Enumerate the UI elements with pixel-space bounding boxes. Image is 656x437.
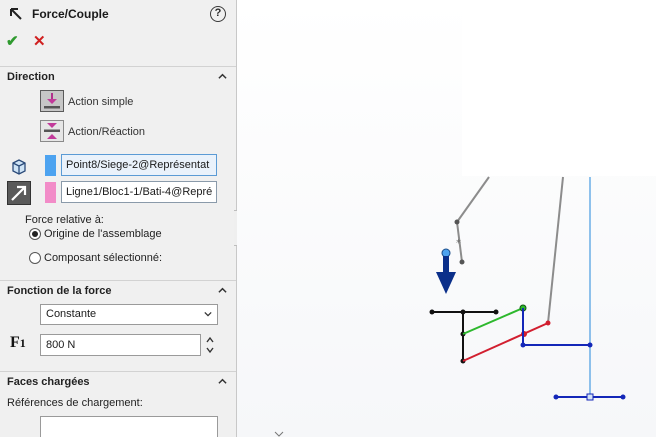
red-joint-end[interactable] [545, 320, 551, 326]
gray-link-right [547, 176, 564, 324]
blue-joint[interactable] [587, 342, 593, 348]
sketch-point[interactable] [460, 309, 466, 315]
joint-point[interactable] [454, 219, 460, 225]
sketch-point[interactable] [493, 309, 499, 315]
origin-triad-icon [274, 431, 284, 437]
base-anchor[interactable] [586, 393, 594, 401]
force-arrow-head[interactable] [436, 272, 456, 294]
blue-joint[interactable] [520, 342, 526, 348]
gray-link-upper [456, 176, 490, 223]
blue-joint[interactable] [620, 394, 626, 400]
force-application-point[interactable] [441, 248, 451, 258]
origin-marker: * [456, 238, 461, 249]
sketch-canvas[interactable]: * [0, 0, 656, 437]
blue-joint[interactable] [553, 394, 559, 400]
sketch-point[interactable] [429, 309, 435, 315]
joint-point[interactable] [459, 259, 465, 265]
